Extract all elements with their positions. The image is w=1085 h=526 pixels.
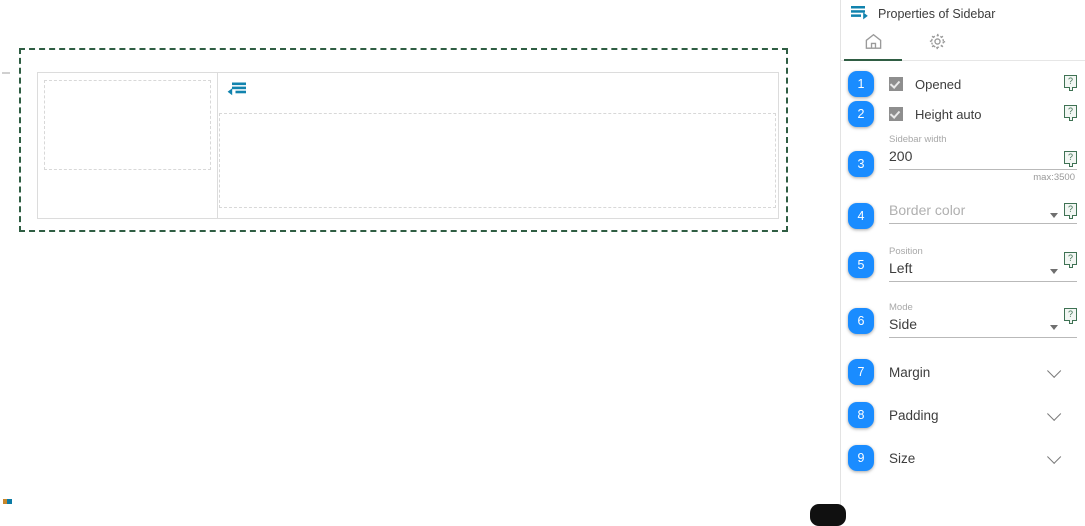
- step-badge-5: 5: [848, 252, 874, 278]
- gear-icon: [928, 32, 947, 56]
- sidebar-width-row[interactable]: 3 Sidebar width 200 ? max:3500: [841, 129, 1085, 183]
- padding-label: Padding: [889, 408, 939, 423]
- height-auto-label: Height auto: [915, 106, 982, 122]
- step-badge-2: 2: [848, 101, 874, 127]
- page-title: Properties of Sidebar: [878, 7, 996, 21]
- opened-row[interactable]: 1 Opened ?: [841, 69, 1085, 99]
- height-auto-row[interactable]: 2 Height auto ?: [841, 99, 1085, 129]
- sidebar-pane[interactable]: [38, 73, 218, 218]
- content-drop-zone[interactable]: [219, 113, 776, 208]
- properties-rows: 1 Opened ? 2 Height auto ? 3 Sidebar wid…: [841, 61, 1085, 480]
- border-color-row[interactable]: 4 Border color ?: [841, 183, 1085, 229]
- step-badge-6: 6: [848, 308, 874, 334]
- chevron-down-icon-size[interactable]: [1047, 449, 1062, 464]
- mode-row[interactable]: 6 Mode Side ?: [841, 282, 1085, 338]
- canvas-edge-tick-top: [2, 72, 10, 74]
- chevron-down-icon-mode[interactable]: [1050, 325, 1058, 330]
- design-canvas[interactable]: [0, 0, 840, 518]
- position-row[interactable]: 5 Position Left ?: [841, 226, 1085, 282]
- sidebar-width-max-hint: max:3500: [1033, 172, 1075, 183]
- content-pane[interactable]: [218, 73, 778, 218]
- mode-label: Mode: [889, 302, 913, 313]
- properties-tabs: [841, 28, 1085, 61]
- sidebar-list-icon[interactable]: [851, 5, 871, 27]
- size-label: Size: [889, 451, 916, 466]
- position-label: Position: [889, 246, 923, 257]
- help-icon-opened[interactable]: ?: [1064, 75, 1077, 91]
- offscreen-cut-element: [810, 504, 846, 526]
- format-indent-decrease-icon[interactable]: [227, 82, 247, 100]
- opened-label: Opened: [915, 76, 962, 92]
- canvas-edge-tick-bottom: [3, 499, 12, 504]
- sidebar-drop-zone[interactable]: [44, 80, 211, 170]
- step-badge-4: 4: [848, 203, 874, 229]
- properties-panel: Properties of Sidebar 1 Opened ? 2 Heigh…: [840, 0, 1085, 518]
- step-badge-7: 7: [848, 359, 874, 385]
- tab-settings[interactable]: [905, 28, 969, 60]
- help-icon-mode[interactable]: ?: [1064, 308, 1077, 324]
- help-icon-height-auto[interactable]: ?: [1064, 105, 1077, 121]
- margin-label: Margin: [889, 365, 931, 380]
- selected-component-frame[interactable]: [19, 48, 788, 232]
- sidebar-component-preview[interactable]: [37, 72, 779, 219]
- help-icon-position[interactable]: ?: [1064, 252, 1077, 268]
- home-icon: [864, 32, 883, 56]
- height-auto-checkbox[interactable]: [889, 107, 903, 121]
- help-icon-sidebar-width[interactable]: ?: [1064, 151, 1077, 167]
- size-section[interactable]: 9 Size: [841, 437, 1085, 480]
- margin-section[interactable]: 7 Margin: [841, 338, 1085, 394]
- border-color-select[interactable]: Border color: [889, 200, 1077, 224]
- step-badge-3: 3: [848, 151, 874, 177]
- step-badge-9: 9: [848, 445, 874, 471]
- help-icon-border-color[interactable]: ?: [1064, 203, 1077, 219]
- tab-home[interactable]: [841, 28, 905, 61]
- step-badge-1: 1: [848, 71, 874, 97]
- chevron-down-icon-padding[interactable]: [1047, 406, 1062, 421]
- properties-panel-header: Properties of Sidebar: [841, 0, 1085, 28]
- sidebar-width-input[interactable]: 200: [889, 146, 1077, 170]
- chevron-down-icon-position[interactable]: [1050, 269, 1058, 274]
- mode-select[interactable]: Side: [889, 314, 1077, 338]
- step-badge-8: 8: [848, 402, 874, 428]
- padding-section[interactable]: 8 Padding: [841, 394, 1085, 437]
- sidebar-width-label: Sidebar width: [889, 134, 947, 145]
- chevron-down-icon-border-color[interactable]: [1050, 213, 1058, 218]
- position-select[interactable]: Left: [889, 258, 1077, 282]
- opened-checkbox[interactable]: [889, 77, 903, 91]
- chevron-down-icon-margin[interactable]: [1047, 363, 1062, 378]
